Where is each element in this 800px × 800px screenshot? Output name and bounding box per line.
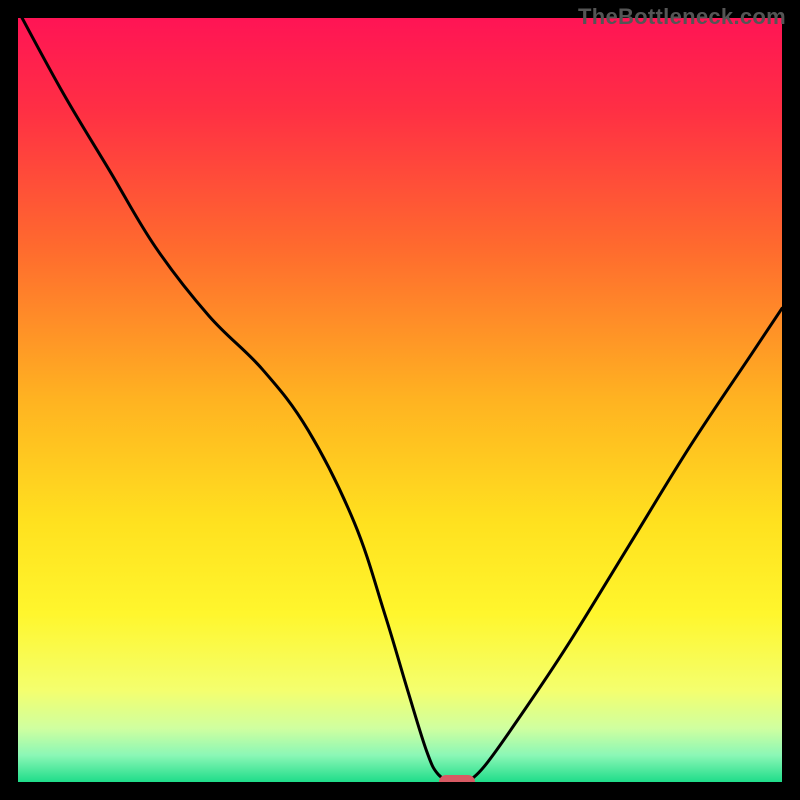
watermark-text: TheBottleneck.com <box>578 4 786 30</box>
chart-frame: TheBottleneck.com <box>0 0 800 800</box>
optimal-marker <box>439 775 475 782</box>
bottleneck-curve <box>18 18 782 782</box>
plot-area <box>18 18 782 782</box>
